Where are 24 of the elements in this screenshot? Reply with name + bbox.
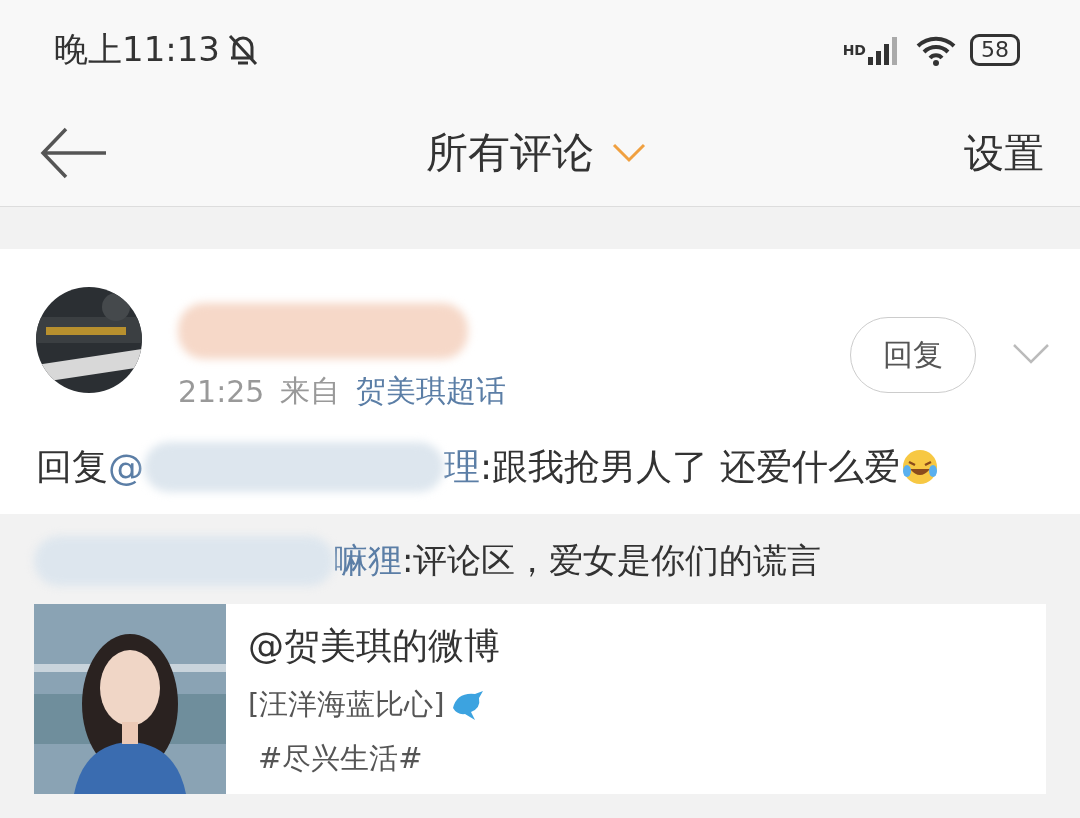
comment-text: :评论区，爱女是你们的谎言 — [402, 539, 822, 582]
embedded-post-card[interactable]: @贺美琪的微博 [汪洋海蓝比心] #尽兴生活# — [34, 604, 1046, 794]
settings-button[interactable]: 设置 — [964, 125, 1044, 181]
reply-button[interactable]: 回复 — [850, 317, 976, 393]
status-time: 晚上11:13 — [54, 28, 220, 71]
chevron-down-icon[interactable] — [612, 143, 646, 163]
comment-text: :跟我抢男人了 还爱什么爱 — [480, 444, 900, 489]
muted-bell-icon — [226, 32, 260, 68]
battery-level: 58 — [970, 34, 1020, 66]
comment-text: 回复 — [36, 444, 108, 489]
post-author: @贺美琪的微博 — [248, 624, 500, 668]
mention-link[interactable]: @ — [108, 446, 144, 488]
post-hashtag[interactable]: #尽兴生活# — [248, 739, 500, 779]
back-arrow-icon[interactable] — [40, 127, 108, 179]
source-label: 来自 — [280, 372, 341, 410]
mention-link[interactable]: 理 — [444, 442, 480, 492]
comment-time: 21:25 — [178, 374, 265, 409]
wifi-icon — [916, 34, 956, 66]
post-text: [汪洋海蓝比心] — [248, 686, 445, 723]
mention-link[interactable]: 嘛狸 — [334, 538, 402, 584]
chevron-down-icon[interactable] — [1012, 343, 1050, 365]
page-title[interactable]: 所有评论 — [426, 125, 594, 181]
network-label: HD — [842, 42, 866, 58]
supertopic-link[interactable]: 贺美琪超话 — [356, 371, 507, 412]
